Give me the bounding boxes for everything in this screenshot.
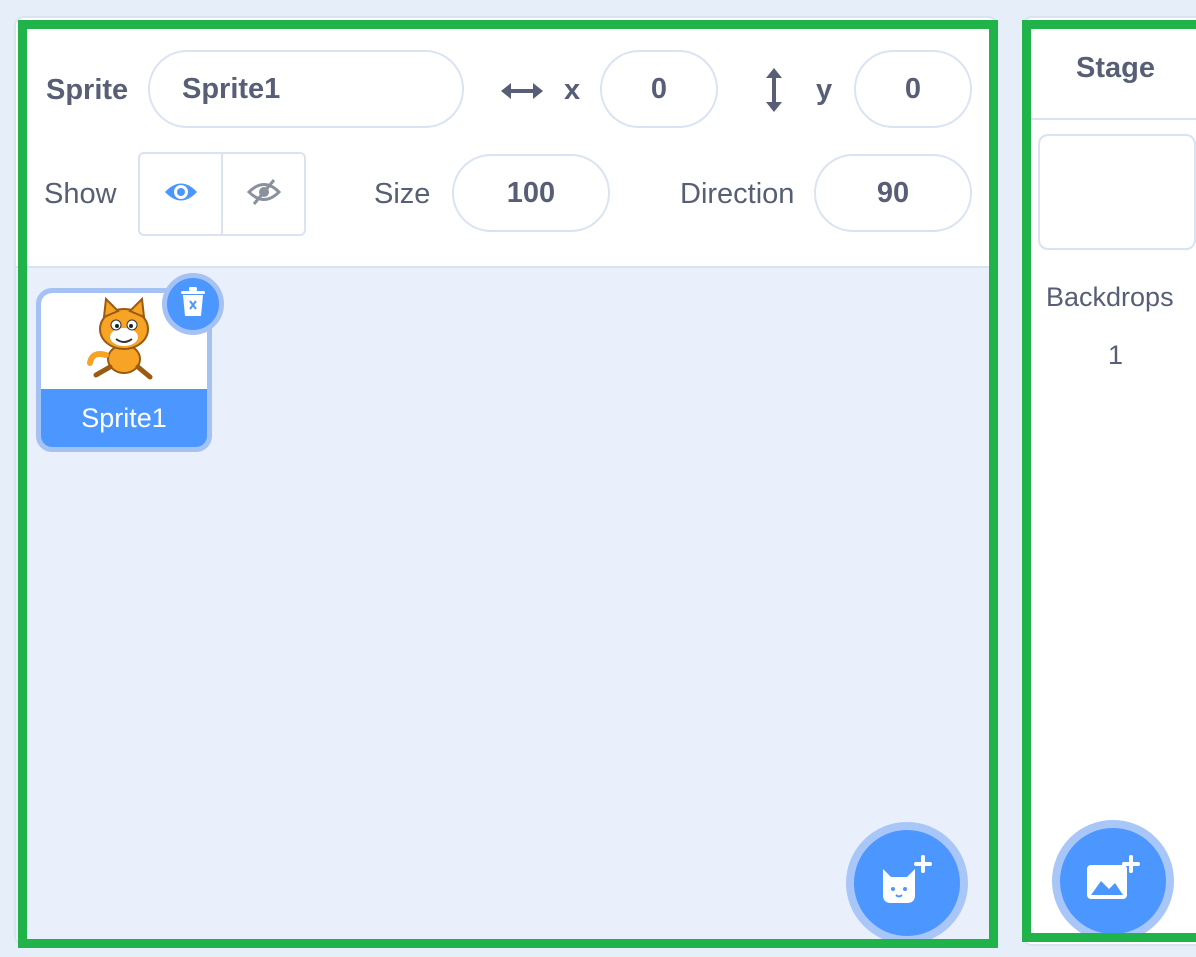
stage-title: Stage — [1024, 18, 1196, 120]
add-backdrop-icon — [1085, 854, 1141, 908]
y-label: y — [816, 74, 833, 106]
x-input[interactable]: 0 — [600, 50, 718, 128]
show-toggle-group — [138, 152, 306, 236]
x-label: x — [564, 74, 581, 106]
y-input[interactable]: 0 — [854, 50, 972, 128]
sprite-pane: Sprite Sprite1 x 0 y 0 Show Size 100 Dir… — [14, 16, 998, 946]
sprite-name-label: Sprite — [46, 74, 129, 106]
add-backdrop-button[interactable] — [1060, 828, 1166, 934]
delete-sprite-button[interactable] — [162, 273, 224, 335]
trash-icon — [180, 286, 206, 322]
direction-label: Direction — [680, 178, 795, 210]
cat-sprite-icon — [84, 296, 164, 386]
backdrops-count: 1 — [1108, 340, 1124, 370]
add-sprite-icon — [879, 854, 935, 912]
stage-pane: Stage Backdrops 1 — [1022, 16, 1196, 946]
eye-hidden-icon — [246, 177, 282, 212]
direction-input[interactable]: 90 — [814, 154, 972, 232]
show-label: Show — [44, 178, 117, 210]
sprite-tile-name: Sprite1 — [81, 402, 167, 433]
eye-icon — [163, 179, 199, 210]
sprite-and-stage-panes: Sprite Sprite1 x 0 y 0 Show Size 100 Dir… — [0, 0, 1196, 957]
sprite-info-panel: Sprite Sprite1 x 0 y 0 Show Size 100 Dir… — [16, 18, 996, 268]
size-input[interactable]: 100 — [452, 154, 610, 232]
show-visible-button[interactable] — [140, 154, 221, 234]
stage-thumbnail[interactable] — [1038, 134, 1196, 250]
show-hidden-button[interactable] — [221, 154, 304, 234]
add-sprite-button[interactable] — [854, 830, 960, 936]
size-label: Size — [374, 178, 431, 210]
backdrops-label: Backdrops — [1046, 282, 1174, 312]
y-arrows-icon — [760, 66, 788, 114]
sprite-name-input[interactable]: Sprite1 — [148, 50, 464, 128]
x-arrows-icon — [500, 76, 544, 106]
